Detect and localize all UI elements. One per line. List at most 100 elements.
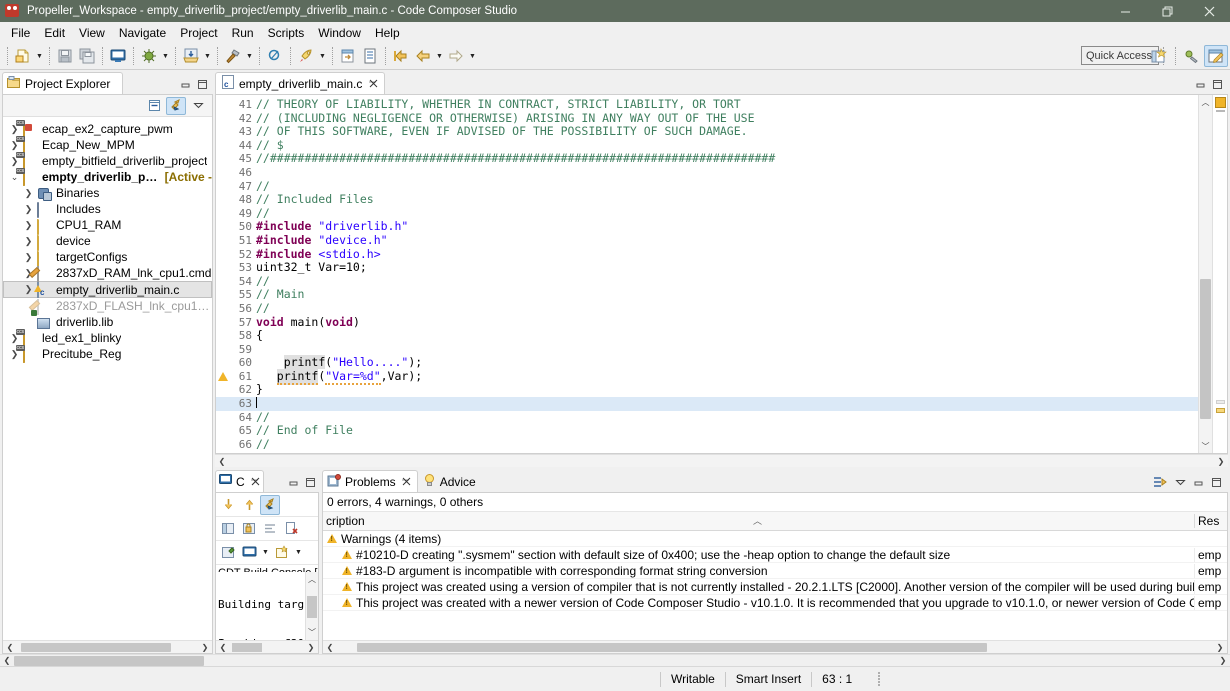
debug-dropdown-icon[interactable]: ▼ — [160, 45, 171, 67]
focus-selection-icon[interactable] — [1152, 475, 1170, 489]
forward-arrow-icon[interactable] — [445, 45, 467, 67]
workbench-hscrollbar[interactable]: ❮ ❯ — [0, 654, 1230, 666]
pin-console-icon[interactable] — [218, 543, 238, 563]
tree-item-precitube-reg[interactable]: ❯ Precitube_Reg — [3, 346, 212, 363]
close-tab-icon[interactable] — [250, 477, 260, 486]
display-console-icon[interactable] — [239, 543, 259, 563]
view-menu-chevron-icon[interactable] — [188, 97, 208, 115]
code-area[interactable]: 41 // THEORY OF LIABILITY, WHETHER IN CON… — [216, 95, 1198, 453]
maximize-view-icon[interactable] — [1209, 475, 1224, 489]
column-resource[interactable]: Res — [1194, 514, 1227, 528]
menu-view[interactable]: View — [72, 24, 112, 42]
menu-run[interactable]: Run — [225, 24, 261, 42]
code-line[interactable]: 62} — [216, 383, 1198, 397]
close-icon[interactable] — [1188, 0, 1230, 22]
problems-row[interactable]: This project was created with a newer ve… — [323, 595, 1227, 611]
link-icon[interactable] — [260, 494, 280, 515]
code-line[interactable]: 45 //####################################… — [216, 152, 1198, 166]
overview-warning-marker[interactable] — [1216, 408, 1225, 413]
new-file-icon[interactable] — [12, 45, 34, 67]
maximize-view-icon[interactable] — [1210, 77, 1225, 91]
chevron-right-icon[interactable]: ❯ — [23, 284, 34, 295]
console-hscrollbar[interactable]: ❮ ❯ — [216, 640, 318, 653]
code-line[interactable]: 50 #include "driverlib.h" — [216, 220, 1198, 234]
maximize-view-icon[interactable] — [195, 77, 210, 91]
problems-hscrollbar[interactable]: ❮ ❯ — [323, 640, 1227, 653]
tab-project-explorer[interactable]: Project Explorer close-tab-icon — [2, 72, 124, 94]
problems-row[interactable]: #10210-D creating ".sysmem" section with… — [323, 547, 1227, 563]
scroll-right-icon[interactable]: ❯ — [198, 643, 212, 652]
maximize-view-icon[interactable] — [303, 475, 318, 489]
scroll-left-icon[interactable]: ❮ — [215, 457, 229, 466]
tree-item-driverlib-lib[interactable]: driverlib.lib — [3, 314, 212, 330]
prev-edit-arrow-icon[interactable] — [412, 45, 434, 67]
restore-icon[interactable] — [1146, 0, 1188, 22]
minimize-icon[interactable] — [1104, 0, 1146, 22]
code-line[interactable]: 57 void main(void) — [216, 315, 1198, 330]
code-line[interactable]: 52 #include <stdio.h> — [216, 247, 1198, 262]
open-perspective-icon[interactable] — [1147, 45, 1171, 67]
scroll-down-icon[interactable]: ﹀ — [308, 626, 316, 639]
hammer-icon[interactable] — [222, 45, 244, 67]
tree-item-device[interactable]: ❯ device — [3, 233, 212, 251]
tree-item-cpu1-ram[interactable]: ❯ CPU1_RAM — [3, 217, 212, 235]
hscroll-thumb[interactable] — [232, 642, 262, 652]
scroll-up-icon[interactable]: ︿ — [1199, 95, 1212, 109]
chevron-right-icon[interactable]: ❯ — [23, 220, 34, 231]
minimize-view-icon[interactable] — [286, 475, 301, 489]
problems-row[interactable]: #183-D argument is incompatible with cor… — [323, 563, 1227, 579]
scroll-right-icon[interactable]: ❯ — [1213, 643, 1227, 652]
tree-item-empty-driverlib-main-c[interactable]: ❯ empty_driverlib_main.c — [3, 281, 212, 298]
code-line[interactable]: 49 // — [216, 206, 1198, 221]
chevron-right-icon[interactable]: ❯ — [23, 204, 34, 215]
clear-console-icon[interactable] — [218, 519, 238, 539]
back-arrow-icon[interactable] — [390, 45, 412, 67]
problems-row[interactable]: This project was created using a version… — [323, 579, 1227, 595]
new-dropdown-icon[interactable]: ▼ — [34, 45, 45, 67]
code-line[interactable]: 56 // — [216, 301, 1198, 316]
hscroll-track[interactable] — [229, 456, 1214, 467]
run-rocket-icon[interactable] — [295, 45, 317, 67]
lock-icon[interactable] — [239, 519, 259, 539]
chevron-right-icon[interactable]: ❯ — [23, 252, 34, 263]
editor-vscrollbar[interactable]: ︿ ﹀ — [1198, 95, 1212, 453]
run-dropdown-icon[interactable]: ▼ — [317, 45, 328, 67]
build-dropdown-icon[interactable]: ▼ — [244, 45, 255, 67]
project-explorer-hscrollbar[interactable]: ❮ ❯ — [3, 640, 212, 653]
hscroll-thumb[interactable] — [357, 642, 987, 652]
menu-help[interactable]: Help — [368, 24, 407, 42]
chevron-right-icon[interactable]: ❯ — [23, 236, 34, 247]
prev-edit-dropdown-icon[interactable]: ▼ — [434, 45, 445, 67]
hscroll-track[interactable] — [14, 655, 1216, 666]
code-line[interactable]: 47 // — [216, 179, 1198, 194]
tree-item-led-ex1-blinky[interactable]: ❯ led_ex1_blinky — [3, 330, 212, 347]
tab-advice[interactable]: Advice — [417, 470, 483, 492]
terminal-icon[interactable] — [107, 45, 129, 67]
code-line[interactable]: 60 printf("Hello...."); — [216, 355, 1198, 370]
tree-item-targetconfigs[interactable]: ❯ targetConfigs — [3, 249, 212, 267]
scroll-right-icon[interactable]: ❯ — [304, 643, 318, 652]
minimize-view-icon[interactable] — [1193, 77, 1208, 91]
vscroll-thumb[interactable] — [307, 595, 317, 618]
close-tab-icon[interactable] — [369, 77, 378, 91]
tree-item-empty-bitfield-driverlib-project[interactable]: ❯ empty_bitfield_driverlib_project — [3, 153, 212, 170]
tree-item-includes[interactable]: ❯ Includes — [3, 201, 212, 218]
search-icon[interactable] — [264, 45, 286, 67]
minimize-view-icon[interactable] — [1191, 475, 1206, 489]
scroll-up-icon[interactable]: ︿ — [308, 573, 316, 586]
code-line[interactable]: 67 — [216, 451, 1198, 453]
scroll-right-icon[interactable]: ❯ — [1214, 457, 1228, 466]
editor-hscrollbar[interactable]: ❮ ❯ — [215, 454, 1228, 467]
problems-group-row[interactable]: Warnings (4 items) — [323, 531, 1227, 547]
code-line[interactable]: 42 // (INCLUDING NEGLIGENCE OR OTHERWISE)… — [216, 111, 1198, 126]
open-console-icon[interactable] — [272, 543, 292, 563]
code-line[interactable]: 44 // $ — [216, 138, 1198, 153]
menu-navigate[interactable]: Navigate — [112, 24, 173, 42]
code-line[interactable]: 58 { — [216, 328, 1198, 343]
menu-project[interactable]: Project — [173, 24, 224, 42]
tree-item-ram-lnk-cmd[interactable]: ❯ 2837xD_RAM_lnk_cpu1.cmd — [3, 265, 212, 282]
tree-item-empty-driverlib-project[interactable]: ⌄ empty_driverlib_project [Active - — [3, 169, 212, 186]
code-line[interactable]: 66 // — [216, 437, 1198, 452]
scroll-left-icon[interactable]: ❮ — [323, 643, 337, 652]
view-menu-chevron-icon[interactable] — [1173, 475, 1188, 489]
